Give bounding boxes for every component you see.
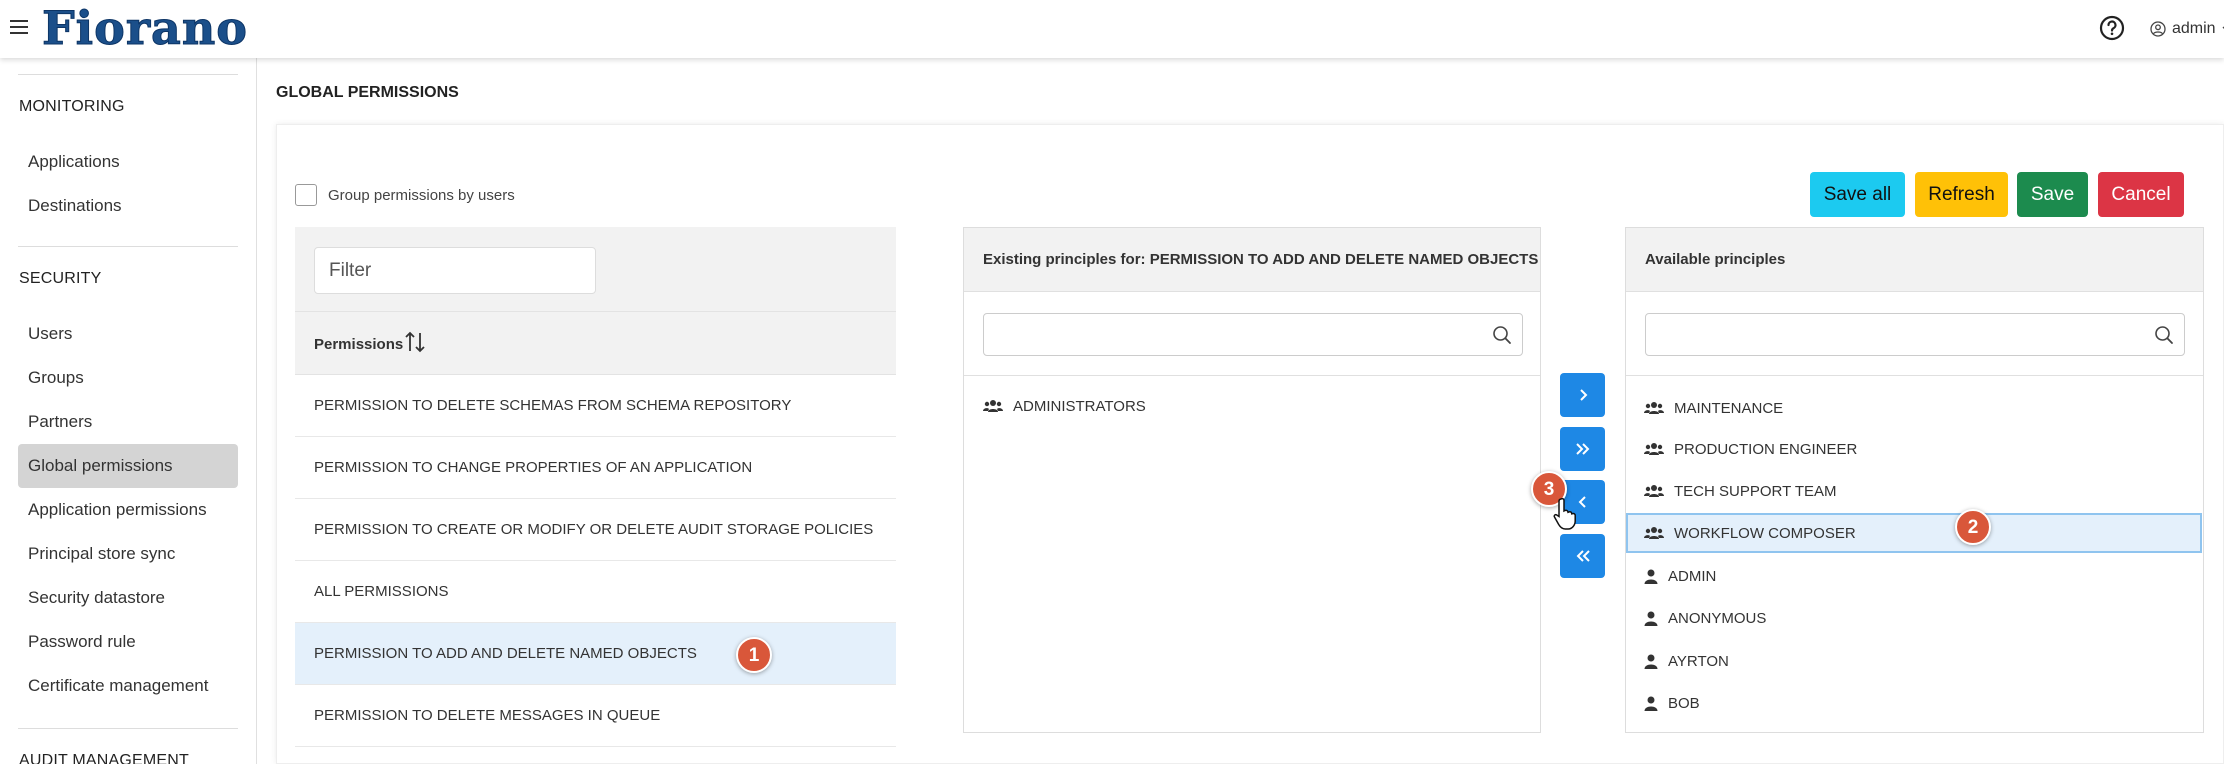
page-title: GLOBAL PERMISSIONS bbox=[276, 84, 459, 101]
available-principal-item[interactable]: PRODUCTION ENGINEER bbox=[1644, 434, 1857, 464]
sidebar-item-certificate-management[interactable]: Certificate management bbox=[18, 664, 238, 708]
top-header: Fiorano admin bbox=[0, 0, 2224, 58]
sidebar-item-password-rule[interactable]: Password rule bbox=[18, 620, 238, 664]
move-all-left-button[interactable] bbox=[1560, 534, 1605, 578]
svg-text:Fiorano: Fiorano bbox=[42, 2, 248, 52]
sidebar-item-groups[interactable]: Groups bbox=[18, 356, 238, 400]
available-principal-name: BOB bbox=[1668, 694, 1700, 712]
available-principal-item-selected[interactable]: WORKFLOW COMPOSER bbox=[1644, 518, 1856, 548]
fiorano-logo[interactable]: Fiorano bbox=[40, 2, 290, 52]
existing-principals-search-input[interactable] bbox=[983, 313, 1523, 356]
permissions-panel: Permissions PERMISSION TO DELETE SCHEMAS… bbox=[295, 227, 896, 764]
sidebar-divider bbox=[18, 246, 238, 247]
user-menu[interactable]: admin bbox=[2150, 17, 2224, 41]
sidebar-item-applications[interactable]: Applications bbox=[18, 140, 238, 184]
existing-principal-name: ADMINISTRATORS bbox=[1013, 397, 1146, 415]
sidebar-item-global-permissions[interactable]: Global permissions bbox=[18, 444, 238, 488]
save-button[interactable]: Save bbox=[2017, 172, 2088, 217]
sidebar-item-users[interactable]: Users bbox=[18, 312, 238, 356]
available-principal-item[interactable]: ADMIN bbox=[1644, 561, 1716, 591]
existing-search-area bbox=[964, 292, 1540, 376]
callout-badge-2: 2 bbox=[1955, 509, 1991, 545]
user-name: admin bbox=[2172, 20, 2216, 37]
available-principal-item[interactable]: BOB bbox=[1644, 688, 1700, 718]
permissions-header-label: Permissions bbox=[314, 336, 404, 353]
sidebar-item-partners[interactable]: Partners bbox=[18, 400, 238, 444]
users-group-icon bbox=[1644, 402, 1664, 414]
help-icon[interactable] bbox=[2098, 14, 2126, 42]
search-icon bbox=[2155, 326, 2173, 344]
users-group-icon bbox=[1644, 485, 1664, 497]
user-icon bbox=[1644, 611, 1658, 626]
hand-cursor-icon bbox=[1553, 497, 1576, 530]
hamburger-menu-icon[interactable] bbox=[10, 17, 30, 37]
permissions-filter-input[interactable] bbox=[314, 247, 596, 294]
cancel-button[interactable]: Cancel bbox=[2098, 172, 2184, 217]
sidebar-item-application-permissions[interactable]: Application permissions bbox=[18, 488, 238, 532]
permission-row[interactable]: PERMISSION TO CREATE OR MODIFY OR DELETE… bbox=[295, 499, 896, 561]
permission-row[interactable]: PERMISSION TO DELETE SCHEMAS FROM SCHEMA… bbox=[295, 375, 896, 437]
save-all-button[interactable]: Save all bbox=[1810, 172, 1905, 217]
existing-principals-panel: Existing principles for: PERMISSION TO A… bbox=[963, 227, 1541, 733]
available-principal-name: PRODUCTION ENGINEER bbox=[1674, 440, 1858, 458]
users-group-icon bbox=[1644, 527, 1664, 539]
sidebar: MONITORING Applications Destinations SEC… bbox=[0, 58, 257, 764]
permission-row[interactable]: PERMISSION TO DELETE MESSAGES IN QUEUE bbox=[295, 685, 896, 747]
sidebar-item-security-datastore[interactable]: Security datastore bbox=[18, 576, 238, 620]
refresh-button[interactable]: Refresh bbox=[1915, 172, 2008, 217]
chevron-right-icon bbox=[1579, 389, 1587, 401]
permissions-header: Permissions bbox=[295, 311, 896, 375]
move-right-button[interactable] bbox=[1560, 373, 1605, 417]
sort-icon[interactable] bbox=[404, 330, 426, 354]
available-principal-name: MAINTENANCE bbox=[1674, 399, 1784, 417]
available-principal-name: ADMIN bbox=[1668, 567, 1717, 585]
available-principal-item[interactable]: AYRTON bbox=[1644, 646, 1729, 676]
search-icon bbox=[1493, 326, 1511, 344]
double-chevron-left-icon bbox=[1576, 550, 1590, 562]
existing-principals-header: Existing principles for: PERMISSION TO A… bbox=[964, 228, 1540, 292]
callout-badge-1: 1 bbox=[736, 637, 772, 673]
sidebar-divider bbox=[18, 74, 238, 75]
existing-principal-item[interactable]: ADMINISTRATORS bbox=[983, 391, 1146, 421]
user-icon bbox=[1644, 569, 1658, 584]
available-principal-name: WORKFLOW COMPOSER bbox=[1674, 524, 1856, 542]
user-icon bbox=[1644, 654, 1658, 669]
available-principal-name: TECH SUPPORT TEAM bbox=[1674, 482, 1837, 500]
sidebar-section-audit-management: AUDIT MANAGEMENT bbox=[19, 752, 190, 764]
sidebar-section-security: SECURITY bbox=[19, 270, 102, 287]
available-principals-header: Available principles bbox=[1626, 228, 2203, 292]
group-by-users-label: Group permissions by users bbox=[328, 187, 515, 204]
available-principal-item[interactable]: MAINTENANCE bbox=[1644, 393, 1783, 423]
sidebar-item-principal-store-sync[interactable]: Principal store sync bbox=[18, 532, 238, 576]
sidebar-section-monitoring: MONITORING bbox=[19, 98, 125, 115]
available-principal-name: ANONYMOUS bbox=[1668, 609, 1767, 627]
available-principal-item[interactable]: TECH SUPPORT TEAM bbox=[1644, 476, 1837, 506]
group-by-users-checkbox[interactable] bbox=[295, 184, 317, 206]
available-principal-name: AYRTON bbox=[1668, 652, 1729, 670]
double-chevron-right-icon bbox=[1575, 443, 1589, 455]
sidebar-item-destinations[interactable]: Destinations bbox=[18, 184, 238, 228]
available-principals-search-input[interactable] bbox=[1645, 313, 2185, 356]
permission-row[interactable]: ALL PERMISSIONS bbox=[295, 561, 896, 623]
users-group-icon bbox=[1644, 443, 1664, 455]
user-circle-icon bbox=[2150, 21, 2166, 37]
permission-row-selected[interactable]: PERMISSION TO ADD AND DELETE NAMED OBJEC… bbox=[295, 623, 896, 685]
available-search-area bbox=[1626, 292, 2203, 376]
available-principal-item[interactable]: ANONYMOUS bbox=[1644, 603, 1766, 633]
permissions-filter-area bbox=[295, 227, 896, 311]
users-group-icon bbox=[983, 400, 1003, 412]
sidebar-divider bbox=[18, 728, 238, 729]
move-all-right-button[interactable] bbox=[1560, 427, 1605, 471]
user-icon bbox=[1644, 696, 1658, 711]
permission-row[interactable]: PERMISSION TO CHANGE PROPERTIES OF AN AP… bbox=[295, 437, 896, 499]
